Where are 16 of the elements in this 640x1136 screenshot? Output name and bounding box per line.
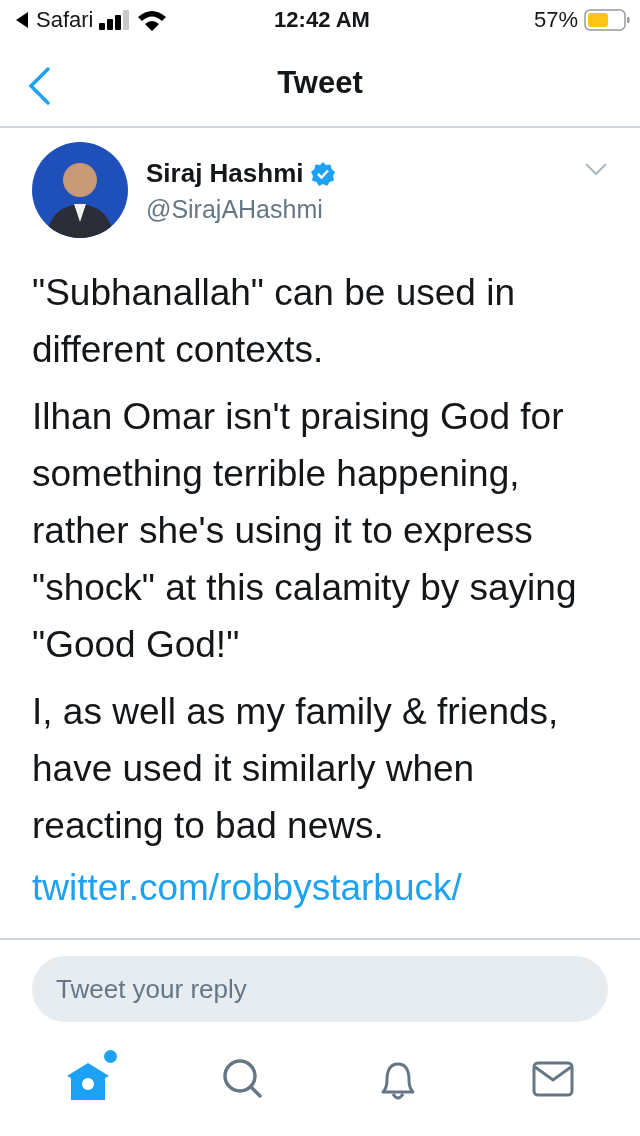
wifi-icon: [137, 9, 168, 31]
author-handle[interactable]: @SirajAHashmi: [146, 195, 566, 224]
battery-icon: [584, 9, 630, 31]
page-title: Tweet: [277, 65, 363, 101]
signal-icon: [99, 10, 132, 30]
chevron-left-icon: [26, 66, 52, 106]
tweet-paragraph: Ilhan Omar isn't praising God for something terrible happening, rather she's using it to express "shock" at this calamity by saying "Good God!": [32, 395, 578, 667]
battery-percentage: 57%: [533, 7, 578, 33]
clock-time: 12:42 AM: [274, 7, 370, 33]
back-arrow-icon: [14, 11, 30, 29]
author-name[interactable]: Siraj Hashmi: [146, 158, 304, 189]
tweet-paragraph: "Subhanallah" can be used in different contexts.: [32, 271, 516, 372]
reply-input-field[interactable]: Tweet your reply: [32, 956, 608, 1022]
back-app-label[interactable]: Safari: [36, 7, 94, 33]
chevron-down-icon: [584, 162, 608, 176]
tweet-paragraph: I, as well as my family & friends, have used it similarly when reacting to bad news.: [32, 690, 560, 848]
